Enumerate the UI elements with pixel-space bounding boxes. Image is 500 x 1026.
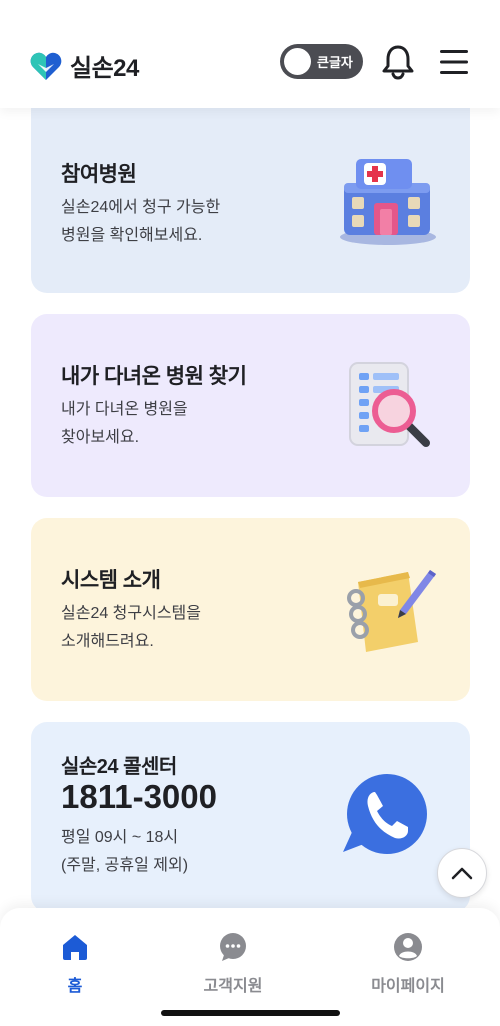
card-find-visited-hospital[interactable]: 내가 다녀온 병원 찾기 내가 다녀온 병원을 찾아보세요. bbox=[31, 314, 470, 497]
card-title: 실손24 콜센터 bbox=[61, 756, 177, 778]
nav-item-home[interactable]: 홈 bbox=[15, 932, 135, 996]
home-icon bbox=[63, 935, 87, 960]
toggle-knob bbox=[284, 48, 311, 75]
nav-label: 마이페이지 bbox=[371, 978, 445, 995]
heart-logo-icon bbox=[30, 52, 62, 80]
card-description: 내가 다녀온 병원을 찾아보세요. bbox=[61, 396, 188, 452]
user-icon bbox=[394, 933, 422, 961]
card-participating-hospitals[interactable]: 참여병원 실손24에서 청구 가능한 병원을 확인해보세요. bbox=[31, 108, 470, 293]
card-title: 시스템 소개 bbox=[61, 569, 161, 592]
hamburger-menu-icon[interactable] bbox=[438, 48, 470, 76]
nav-label: 홈 bbox=[67, 978, 83, 995]
chat-bubble-icon bbox=[220, 933, 246, 961]
notebook-pencil-icon bbox=[347, 570, 436, 652]
home-indicator bbox=[161, 1010, 340, 1016]
large-text-toggle[interactable]: 큰글자 bbox=[280, 44, 363, 79]
nav-item-my-page[interactable]: 마이페이지 bbox=[348, 932, 468, 996]
card-description: 실손24 청구시스템을 소개해드려요. bbox=[61, 600, 201, 656]
card-system-intro[interactable]: 시스템 소개 실손24 청구시스템을 소개해드려요. bbox=[31, 518, 470, 701]
card-title: 참여병원 bbox=[61, 163, 137, 186]
app-header: 실손24 큰글자 bbox=[0, 0, 500, 108]
nav-item-customer-support[interactable]: 고객지원 bbox=[173, 932, 293, 996]
card-desc-line: 소개해드려요. bbox=[61, 633, 154, 650]
bell-icon[interactable] bbox=[381, 44, 415, 80]
hospital-building-icon bbox=[340, 159, 436, 245]
card-desc-line: (주말, 공휴일 제외) bbox=[61, 857, 189, 874]
card-desc-line: 실손24 청구시스템을 bbox=[61, 605, 202, 622]
card-desc-line: 실손24에서 청구 가능한 bbox=[61, 199, 221, 216]
phone-chat-bubble-icon bbox=[343, 774, 427, 854]
card-desc-line: 내가 다녀온 병원을 bbox=[61, 401, 188, 418]
bottom-navigation: 홈 고객지원 마이페이지 bbox=[0, 908, 500, 1026]
card-desc-line: 평일 09시 ~ 18시 bbox=[61, 829, 179, 846]
logo-text: 실손24 bbox=[70, 55, 139, 82]
card-desc-line: 병원을 확인해보세요. bbox=[61, 227, 203, 244]
app-logo[interactable]: 실손24 bbox=[30, 48, 139, 83]
card-desc-line: 찾아보세요. bbox=[61, 429, 140, 446]
call-center-phone-number[interactable]: 1811-3000 bbox=[61, 778, 217, 816]
card-description: 평일 09시 ~ 18시 (주말, 공휴일 제외) bbox=[61, 824, 188, 880]
chevron-up-icon bbox=[451, 867, 473, 880]
scroll-to-top-button[interactable] bbox=[437, 848, 487, 898]
nav-label: 고객지원 bbox=[203, 978, 263, 995]
card-title: 내가 다녀온 병원 찾기 bbox=[61, 365, 247, 388]
card-call-center[interactable]: 실손24 콜센터 1811-3000 평일 09시 ~ 18시 (주말, 공휴일… bbox=[31, 722, 470, 912]
card-description: 실손24에서 청구 가능한 병원을 확인해보세요. bbox=[61, 194, 220, 250]
toggle-label: 큰글자 bbox=[317, 55, 353, 70]
document-magnifier-icon bbox=[349, 362, 430, 447]
